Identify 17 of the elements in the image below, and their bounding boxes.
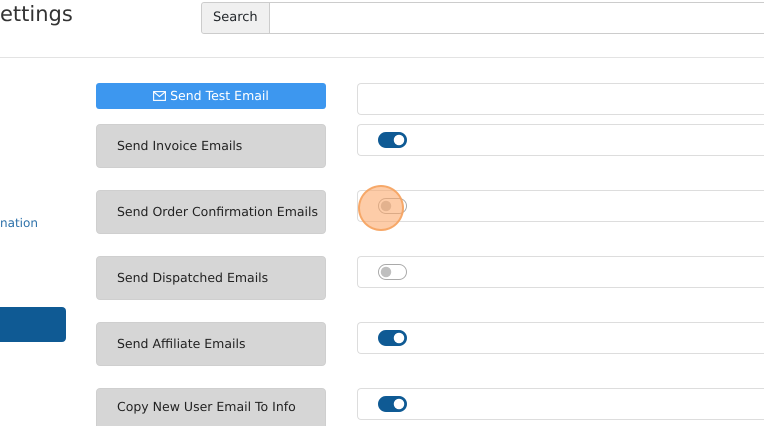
email-field[interactable] — [357, 83, 764, 115]
toggle-switch[interactable] — [378, 330, 407, 346]
setting-label: Send Order Confirmation Emails — [96, 190, 326, 234]
setting-label: Send Dispatched Emails — [96, 256, 326, 300]
toggle-switch[interactable] — [378, 198, 407, 214]
toggle-switch[interactable] — [378, 132, 407, 148]
search-label: Search — [201, 2, 270, 34]
send-test-email-button[interactable]: Send Test Email — [96, 83, 326, 109]
setting-label: Send Invoice Emails — [96, 124, 326, 168]
setting-label: Copy New User Email To Info — [96, 388, 326, 426]
page-title: ettings — [0, 1, 74, 27]
toggle-switch[interactable] — [378, 396, 407, 412]
sidebar-link[interactable]: nation — [0, 214, 66, 232]
setting-label: Send Affiliate Emails — [96, 322, 326, 366]
search-field[interactable] — [268, 2, 764, 34]
toggle-switch[interactable] — [378, 264, 407, 280]
envelope-icon — [153, 91, 166, 101]
